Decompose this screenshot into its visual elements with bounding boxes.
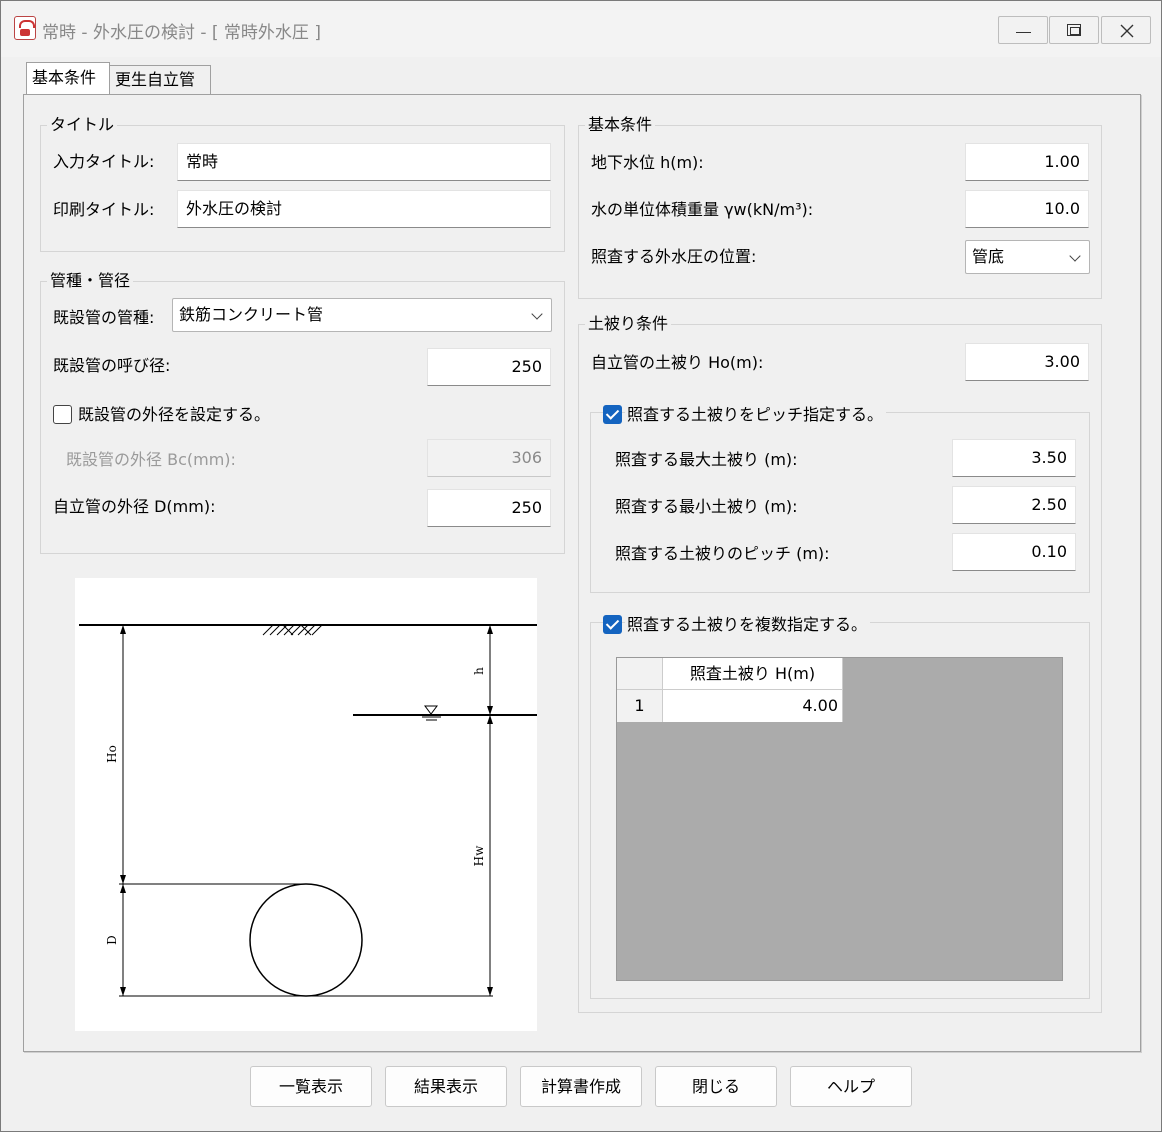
dialog-window: 常時 - 外水圧の検討 - [ 常時外水圧 ] 基本条件 更生自立管 タイトル … bbox=[0, 0, 1162, 1132]
unit-weight-field[interactable]: 10.0 bbox=[965, 190, 1089, 228]
pitch-checkbox-label[interactable]: 照査する土被りをピッチ指定する。 bbox=[625, 405, 887, 425]
max-cover-label: 照査する最大土被り (m): bbox=[615, 450, 798, 469]
create-report-button[interactable]: 計算書作成 bbox=[520, 1066, 642, 1107]
outer-diameter-bc-label: 既設管の外径 Bc(mm): bbox=[66, 450, 236, 469]
chevron-down-icon bbox=[531, 308, 543, 320]
min-cover-field[interactable]: 2.50 bbox=[952, 486, 1076, 524]
diagram-label-h: h bbox=[472, 667, 486, 675]
basic-conditions-caption: 基本条件 bbox=[585, 115, 656, 135]
minimize-button[interactable] bbox=[998, 16, 1048, 44]
set-outer-diameter-checkbox[interactable] bbox=[53, 405, 72, 424]
print-title-field[interactable]: 外水圧の検討 bbox=[177, 190, 551, 228]
help-button[interactable]: ヘルプ bbox=[790, 1066, 912, 1107]
window-title: 常時 - 外水圧の検討 - [ 常時外水圧 ] bbox=[42, 23, 321, 43]
grid-cell[interactable]: 4.00 bbox=[663, 690, 843, 722]
pressure-position-value: 管底 bbox=[972, 247, 1005, 266]
tab-basic-conditions[interactable]: 基本条件 bbox=[26, 62, 110, 94]
diagram-label-d: D bbox=[105, 935, 119, 945]
pitch-checkbox[interactable] bbox=[603, 405, 622, 424]
nominal-diameter-field[interactable]: 250 bbox=[427, 348, 551, 386]
title-group-caption: タイトル bbox=[47, 115, 118, 135]
pipe-circle bbox=[249, 883, 363, 997]
app-icon bbox=[14, 16, 36, 40]
multi-checkbox[interactable] bbox=[603, 615, 622, 634]
self-pipe-outer-label: 自立管の外径 D(mm): bbox=[53, 497, 216, 516]
result-view-button[interactable]: 結果表示 bbox=[385, 1066, 507, 1107]
maximize-icon bbox=[1067, 24, 1081, 36]
outer-diameter-bc-field: 306 bbox=[427, 439, 551, 477]
cross-section-diagram: h Ho Hw D bbox=[75, 578, 537, 1031]
water-level-triangle bbox=[424, 705, 438, 715]
set-outer-diameter-label[interactable]: 既設管の外径を設定する。 bbox=[78, 405, 270, 425]
pressure-position-label: 照査する外水圧の位置: bbox=[591, 247, 757, 266]
groundwater-label: 地下水位 h(m): bbox=[591, 153, 704, 172]
grid-column-header[interactable]: 照査土被り H(m) bbox=[663, 658, 843, 690]
list-view-button[interactable]: 一覧表示 bbox=[250, 1066, 372, 1107]
max-cover-field[interactable]: 3.50 bbox=[952, 439, 1076, 477]
pitch-label: 照査する土被りのピッチ (m): bbox=[615, 544, 830, 563]
self-cover-label: 自立管の土被り Ho(m): bbox=[591, 353, 764, 372]
self-pipe-outer-field[interactable]: 250 bbox=[427, 489, 551, 527]
pipe-type-value: 鉄筋コンクリート管 bbox=[179, 305, 324, 324]
maximize-button[interactable] bbox=[1049, 16, 1099, 44]
multi-checkbox-label[interactable]: 照査する土被りを複数指定する。 bbox=[625, 615, 871, 635]
self-cover-field[interactable]: 3.00 bbox=[965, 343, 1089, 381]
pipe-type-select[interactable]: 鉄筋コンクリート管 bbox=[172, 298, 552, 332]
input-title-field[interactable]: 常時 bbox=[177, 143, 551, 181]
print-title-label: 印刷タイトル: bbox=[53, 200, 155, 219]
cover-grid[interactable]: 照査土被り H(m) 1 4.00 bbox=[616, 657, 1063, 981]
close-window-button[interactable] bbox=[1101, 16, 1151, 44]
tab-self-standing-pipe[interactable]: 更生自立管 bbox=[110, 65, 211, 95]
nominal-diameter-label: 既設管の呼び径: bbox=[53, 356, 171, 375]
pipe-group-caption: 管種・管径 bbox=[47, 271, 134, 291]
unit-weight-label: 水の単位体積重量 γw(kN/m³): bbox=[591, 200, 814, 219]
minimize-icon bbox=[1016, 32, 1031, 33]
diagram-label-hw: Hw bbox=[472, 845, 486, 866]
input-title-label: 入力タイトル: bbox=[53, 152, 155, 171]
cover-conditions-caption: 土被り条件 bbox=[585, 314, 672, 334]
grid-row-header[interactable]: 1 bbox=[617, 690, 663, 722]
diagram-svg: h Ho Hw D bbox=[79, 624, 537, 997]
pipe-type-label: 既設管の管種: bbox=[53, 308, 155, 327]
min-cover-label: 照査する最小土被り (m): bbox=[615, 497, 798, 516]
title-bar[interactable]: 常時 - 外水圧の検討 - [ 常時外水圧 ] bbox=[1, 1, 1161, 57]
pressure-position-select[interactable]: 管底 bbox=[965, 240, 1090, 274]
grid-corner[interactable] bbox=[617, 658, 663, 690]
close-icon bbox=[1120, 24, 1134, 38]
close-button[interactable]: 閉じる bbox=[655, 1066, 777, 1107]
diagram-label-ho: Ho bbox=[105, 745, 119, 763]
pitch-field[interactable]: 0.10 bbox=[952, 533, 1076, 571]
groundwater-field[interactable]: 1.00 bbox=[965, 143, 1089, 181]
ground-hatch bbox=[262, 624, 323, 636]
chevron-down-icon bbox=[1069, 250, 1081, 262]
